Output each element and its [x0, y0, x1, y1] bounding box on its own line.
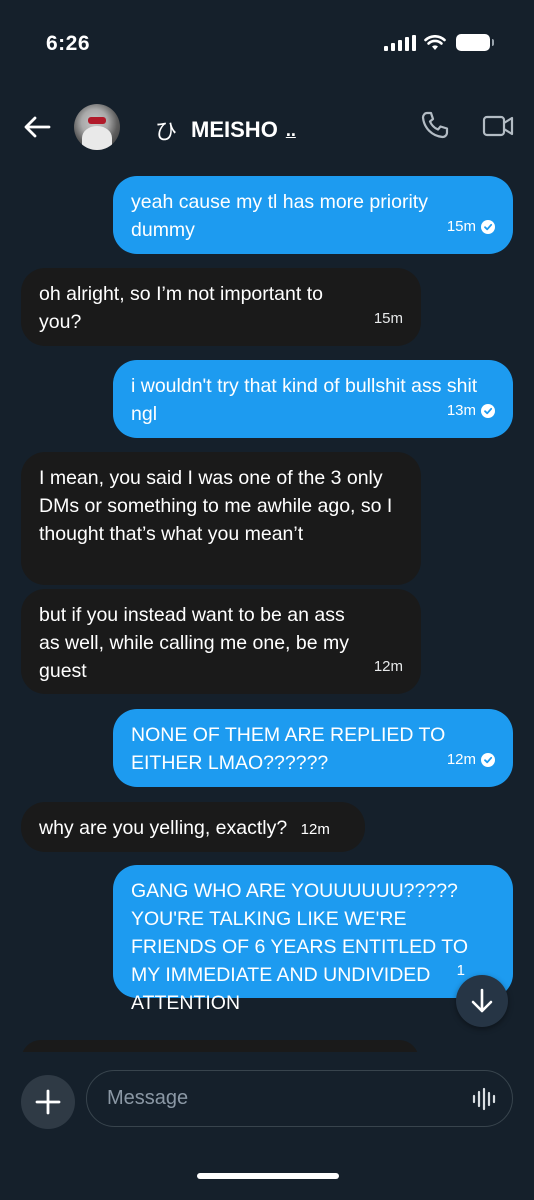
video-camera-icon — [482, 115, 514, 137]
message-meta: 12m — [374, 653, 403, 681]
arrow-left-icon — [24, 116, 51, 138]
home-indicator[interactable] — [197, 1173, 339, 1179]
message-text: oh alright, so I’m not important to you? — [39, 283, 323, 333]
message-input[interactable] — [86, 1070, 513, 1127]
arrow-down-icon — [471, 988, 493, 1013]
call-button[interactable] — [420, 110, 450, 140]
message-time: 12m — [300, 821, 330, 838]
name-glyph: ひ — [155, 119, 178, 144]
message-time: 12m — [446, 751, 476, 768]
message-bubble-incoming[interactable]: but if you instead want to be an ass as … — [21, 589, 421, 694]
read-check-icon — [481, 404, 495, 418]
message-meta: 15m — [374, 305, 403, 333]
read-check-icon — [481, 220, 495, 234]
wifi-icon — [424, 34, 446, 50]
voice-message-button[interactable] — [470, 1086, 498, 1112]
name-text: MEISHO — [191, 117, 278, 142]
voice-waveform-icon — [472, 1087, 496, 1111]
message-text: why are you yelling, exactly? — [39, 817, 288, 839]
message-meta: 13m — [447, 397, 495, 425]
avatar[interactable] — [74, 104, 120, 150]
message-bubble-incoming[interactable]: oh alright, so I’m not important to you?… — [21, 268, 421, 346]
message-text: I mean, you said I was one of the 3 only… — [39, 467, 393, 545]
message-time: 15m — [446, 218, 476, 235]
message-text: yeah cause my tl has more priority dummy — [131, 191, 428, 241]
conversation-header: ひ MEISHO .. — [0, 98, 534, 162]
message-text: but if you instead want to be an ass as … — [39, 604, 349, 682]
contact-name[interactable]: ひ MEISHO .. — [155, 114, 296, 146]
message-time: 12m — [373, 658, 403, 675]
video-call-button[interactable] — [482, 112, 514, 140]
name-suffix: .. — [285, 119, 296, 140]
signal-icon — [384, 34, 416, 51]
back-button[interactable] — [22, 112, 52, 142]
message-bubble-outgoing[interactable]: i wouldn't try that kind of bullshit ass… — [113, 360, 513, 438]
message-bubble-outgoing[interactable]: GANG WHO ARE YOUUUUUU????? YOU'RE TALKIN… — [113, 865, 513, 1014]
message-bubble-incoming[interactable]: why are you yelling, exactly? 12m — [21, 802, 365, 852]
phone-icon — [421, 111, 449, 139]
message-text: i wouldn't try that kind of bullshit ass… — [131, 375, 478, 425]
status-bar: 6:26 — [0, 0, 534, 80]
message-bubble-outgoing[interactable]: yeah cause my tl has more priority dummy… — [113, 176, 513, 254]
read-check-icon — [481, 753, 495, 767]
add-attachment-button[interactable] — [21, 1075, 75, 1129]
message-meta: 15m — [447, 213, 495, 241]
message-time: 15m — [373, 310, 403, 327]
message-time: 13m — [446, 402, 476, 419]
message-bubble-incoming[interactable]: I mean, you said I was one of the 3 only… — [21, 452, 421, 585]
status-time: 6:26 — [46, 32, 91, 55]
status-icons — [384, 34, 494, 51]
message-text: GANG WHO ARE YOUUUUUU????? YOU'RE TALKIN… — [131, 880, 468, 1014]
message-meta: 12m — [447, 746, 495, 774]
plus-icon — [35, 1089, 61, 1115]
message-text: NONE OF THEM ARE REPLIED TO EITHER LMAO?… — [131, 724, 446, 774]
scroll-to-bottom-button[interactable] — [456, 975, 508, 1027]
battery-icon — [456, 34, 494, 51]
message-bubble-outgoing[interactable]: NONE OF THEM ARE REPLIED TO EITHER LMAO?… — [113, 709, 513, 787]
